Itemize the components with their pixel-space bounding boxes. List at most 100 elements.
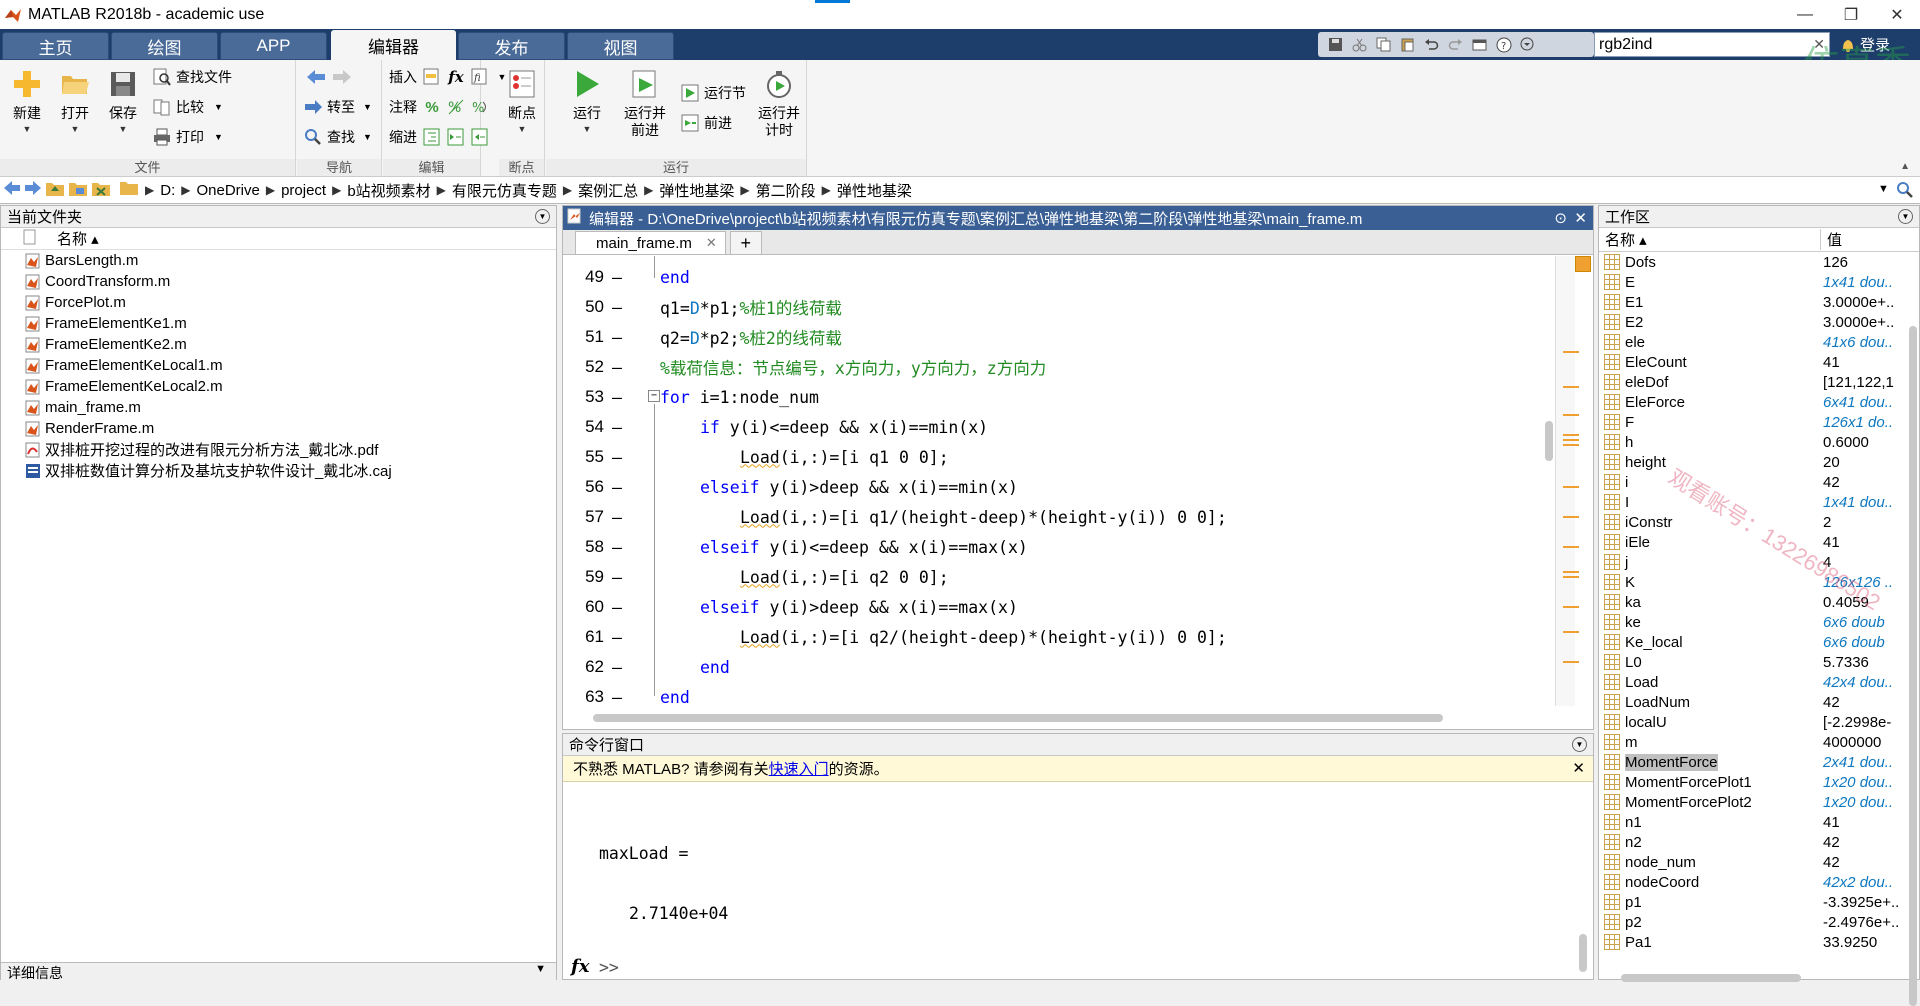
panel-menu-icon[interactable]: ▼ <box>1572 737 1587 752</box>
code-line[interactable]: 53— for i=1:node_num <box>564 382 1553 412</box>
line-number[interactable]: 54 <box>564 417 604 437</box>
warning-marker[interactable] <box>1563 486 1579 488</box>
line-number[interactable]: 56 <box>564 477 604 497</box>
warning-marker[interactable] <box>1563 661 1579 663</box>
breadcrumb-item[interactable]: project <box>275 182 332 199</box>
breadcrumb-item[interactable]: b站视频素材 <box>341 180 436 201</box>
code-area[interactable]: 49— end 50— q1=D*p1;%桩1的线荷载 51— q2=D*p2;%桩2的线… <box>564 256 1553 706</box>
file-list-item[interactable]: 双排桩开挖过程的改进有限元分析方法_戴北冰.pdf <box>1 439 556 460</box>
close-button[interactable]: ✕ <box>1874 0 1920 29</box>
workspace-variable-row[interactable]: ka 0.4059 <box>1599 592 1919 612</box>
workspace-variable-row[interactable]: iEle 41 <box>1599 532 1919 552</box>
file-list-item[interactable]: FrameElementKeLocal2.m <box>1 376 556 397</box>
indent-button[interactable]: 缩进 <box>389 126 417 148</box>
panel-menu-icon[interactable]: ▼ <box>1898 209 1913 224</box>
file-list-item[interactable]: ForcePlot.m <box>1 292 556 313</box>
insert-button[interactable]: 插入 <box>389 66 417 88</box>
file-column-header[interactable]: 名称 ▴ <box>1 228 556 250</box>
back-icon[interactable] <box>3 180 21 200</box>
breadcrumb-item[interactable]: OneDrive <box>190 182 265 199</box>
breakpoint-gutter[interactable]: — <box>604 448 630 467</box>
folder-settings-icon[interactable] <box>91 179 111 201</box>
insert-function-icon[interactable]: fx <box>445 66 467 88</box>
code-line[interactable]: 60— elseif y(i)>deep && x(i)==max(x) <box>564 592 1553 622</box>
workspace-variable-row[interactable]: MomentForcePlot1 1x20 dou.. <box>1599 772 1919 792</box>
wrap-comments-icon[interactable]: % <box>469 96 491 118</box>
undo-icon[interactable] <box>1422 35 1441 54</box>
notice-close-icon[interactable]: ✕ <box>1572 759 1585 777</box>
forward-arrow-icon[interactable] <box>331 66 353 88</box>
tab-editor[interactable]: 编辑器 <box>331 30 456 60</box>
line-number[interactable]: 61 <box>564 627 604 647</box>
address-dropdown-icon[interactable]: ▼ <box>1878 183 1889 195</box>
find-button[interactable]: 查找 ▼ <box>303 126 372 148</box>
expand-details-icon[interactable]: ▼ <box>535 963 546 975</box>
fold-toggle-icon[interactable]: − <box>648 390 660 402</box>
breakpoint-gutter[interactable]: — <box>604 658 630 677</box>
find-files-button[interactable]: 查找文件 <box>152 66 232 88</box>
tab-plots[interactable]: 绘图 <box>111 32 218 60</box>
line-number[interactable]: 51 <box>564 327 604 347</box>
breadcrumb-item[interactable]: 弹性地基梁 <box>653 180 740 201</box>
breadcrumb-item[interactable]: 案例汇总 <box>572 180 644 201</box>
open-button[interactable]: 打开 ▼ <box>52 66 98 134</box>
code-line[interactable]: 56— elseif y(i)>deep && x(i)==min(x) <box>564 472 1553 502</box>
warning-marker[interactable] <box>1563 606 1579 608</box>
warning-marker[interactable] <box>1563 576 1579 578</box>
goto-button[interactable]: 转至 ▼ <box>303 96 372 118</box>
new-button[interactable]: 新建 ▼ <box>4 66 50 134</box>
warning-marker[interactable] <box>1563 631 1579 633</box>
maximize-button[interactable]: ❐ <box>1828 0 1874 29</box>
search-documentation-input[interactable]: rgb2ind ✕ <box>1594 32 1830 57</box>
line-number[interactable]: 52 <box>564 357 604 377</box>
workspace-variable-row[interactable]: I 1x41 dou.. <box>1599 492 1919 512</box>
code-line[interactable]: 54— if y(i)<=deep && x(i)==min(x) <box>564 412 1553 442</box>
breakpoint-gutter[interactable]: — <box>604 268 630 287</box>
workspace-variable-row[interactable]: n2 42 <box>1599 832 1919 852</box>
run-section-button[interactable]: 运行节 <box>680 82 746 104</box>
warning-marker[interactable] <box>1563 439 1579 441</box>
value-column-header[interactable]: 值 <box>1821 229 1842 250</box>
workspace-variable-row[interactable]: h 0.6000 <box>1599 432 1919 452</box>
breakpoint-gutter[interactable]: — <box>604 598 630 617</box>
command-prompt[interactable]: >> <box>599 958 619 977</box>
workspace-variable-row[interactable]: ele 41x6 dou.. <box>1599 332 1919 352</box>
uncomment-icon[interactable]: % <box>445 96 467 118</box>
line-number[interactable]: 53 <box>564 387 604 407</box>
tab-view[interactable]: 视图 <box>567 32 674 60</box>
breakpoint-gutter[interactable]: — <box>604 388 630 407</box>
cut-icon[interactable] <box>1350 35 1369 54</box>
warning-marker[interactable] <box>1563 516 1579 518</box>
login-button[interactable]: 登录 <box>1840 32 1918 57</box>
copy-icon[interactable] <box>1374 35 1393 54</box>
code-line[interactable]: 59— Load(i,:)=[i q2 0 0]; <box>564 562 1553 592</box>
file-list-item[interactable]: FrameElementKe1.m <box>1 313 556 334</box>
workspace-variable-row[interactable]: MomentForce 2x41 dou.. <box>1599 752 1919 772</box>
warning-marker[interactable] <box>1563 546 1579 548</box>
code-line[interactable]: 51— q2=D*p2;%桩2的线荷载 <box>564 322 1553 352</box>
help-icon[interactable]: ? <box>1494 35 1513 54</box>
breakpoint-gutter[interactable]: — <box>604 568 630 587</box>
workspace-scrollbar[interactable] <box>1909 326 1917 1006</box>
workspace-variable-row[interactable]: LoadNum 42 <box>1599 692 1919 712</box>
workspace-variable-row[interactable]: p1 -3.3925e+.. <box>1599 892 1919 912</box>
workspace-variable-row[interactable]: E2 3.0000e+.. <box>1599 312 1919 332</box>
code-line[interactable]: 61— Load(i,:)=[i q2/(height-deep)*(height… <box>564 622 1553 652</box>
print-button[interactable]: 打印 ▼ <box>152 126 223 148</box>
comment-percent-icon[interactable]: % <box>421 96 443 118</box>
breakpoint-gutter[interactable]: — <box>604 328 630 347</box>
line-number[interactable]: 59 <box>564 567 604 587</box>
breadcrumb-item[interactable]: 弹性地基梁 <box>831 180 918 201</box>
breakpoint-gutter[interactable]: — <box>604 538 630 557</box>
editor-menu-icon[interactable]: ⊙ <box>1554 209 1567 227</box>
line-number[interactable]: 62 <box>564 657 604 677</box>
workspace-variable-row[interactable]: Ke_local 6x6 doub <box>1599 632 1919 652</box>
workspace-variable-row[interactable]: height 20 <box>1599 452 1919 472</box>
breakpoint-gutter[interactable]: — <box>604 298 630 317</box>
workspace-variable-row[interactable]: E1 3.0000e+.. <box>1599 292 1919 312</box>
run-and-time-button[interactable]: 运行并 计时 <box>754 66 804 139</box>
insert-section-icon[interactable] <box>421 66 443 88</box>
quick-start-link[interactable]: 快速入门 <box>769 758 829 779</box>
breakpoint-gutter[interactable]: — <box>604 358 630 377</box>
file-list-item[interactable]: BarsLength.m <box>1 250 556 271</box>
